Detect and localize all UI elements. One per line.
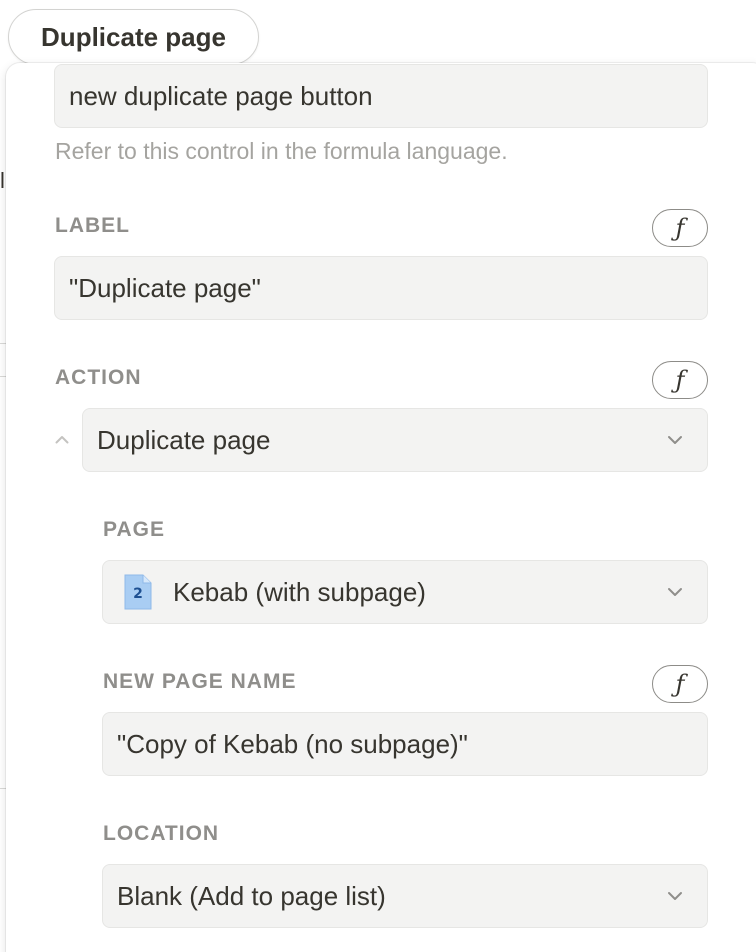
chevron-down-icon <box>665 582 685 602</box>
label-section-title: LABEL <box>55 214 130 237</box>
control-name-input[interactable]: new duplicate page button <box>54 64 708 128</box>
page-section-title: PAGE <box>103 518 165 541</box>
location-select[interactable]: Blank (Add to page list) <box>102 864 708 928</box>
page-select[interactable]: 2 Kebab (with subpage) <box>102 560 708 624</box>
function-icon: ƒ <box>675 670 685 698</box>
function-icon: ƒ <box>675 366 685 394</box>
new-page-name-title: NEW PAGE NAME <box>103 670 297 693</box>
control-name-value: new duplicate page button <box>69 80 373 111</box>
location-selected-value: Blank (Add to page list) <box>117 880 386 911</box>
label-value: "Duplicate page" <box>69 272 261 303</box>
new-page-name-value: "Copy of Kebab (no subpage)" <box>117 728 468 759</box>
page-icon: 2 <box>123 574 153 610</box>
page-icon-number: 2 <box>133 586 143 602</box>
duplicate-page-button[interactable]: Duplicate page <box>8 9 259 65</box>
location-section-title: LOCATION <box>103 822 220 845</box>
chevron-up-icon[interactable] <box>54 432 70 446</box>
label-input[interactable]: "Duplicate page" <box>54 256 708 320</box>
action-formula-button[interactable]: ƒ <box>652 361 708 399</box>
new-page-name-formula-button[interactable]: ƒ <box>652 665 708 703</box>
control-name-help: Refer to this control in the formula lan… <box>55 138 508 164</box>
label-formula-button[interactable]: ƒ <box>652 209 708 247</box>
new-page-name-input[interactable]: "Copy of Kebab (no subpage)" <box>102 712 708 776</box>
action-select[interactable]: Duplicate page <box>82 408 708 472</box>
action-section-title: ACTION <box>55 366 142 389</box>
action-selected-value: Duplicate page <box>97 424 271 455</box>
chevron-down-icon <box>665 430 685 450</box>
function-icon: ƒ <box>675 214 685 242</box>
button-settings-panel <box>6 63 756 952</box>
stage: l Duplicate page new duplicate page butt… <box>0 0 756 952</box>
page-selected-value: Kebab (with subpage) <box>173 576 426 607</box>
chevron-down-icon <box>665 886 685 906</box>
